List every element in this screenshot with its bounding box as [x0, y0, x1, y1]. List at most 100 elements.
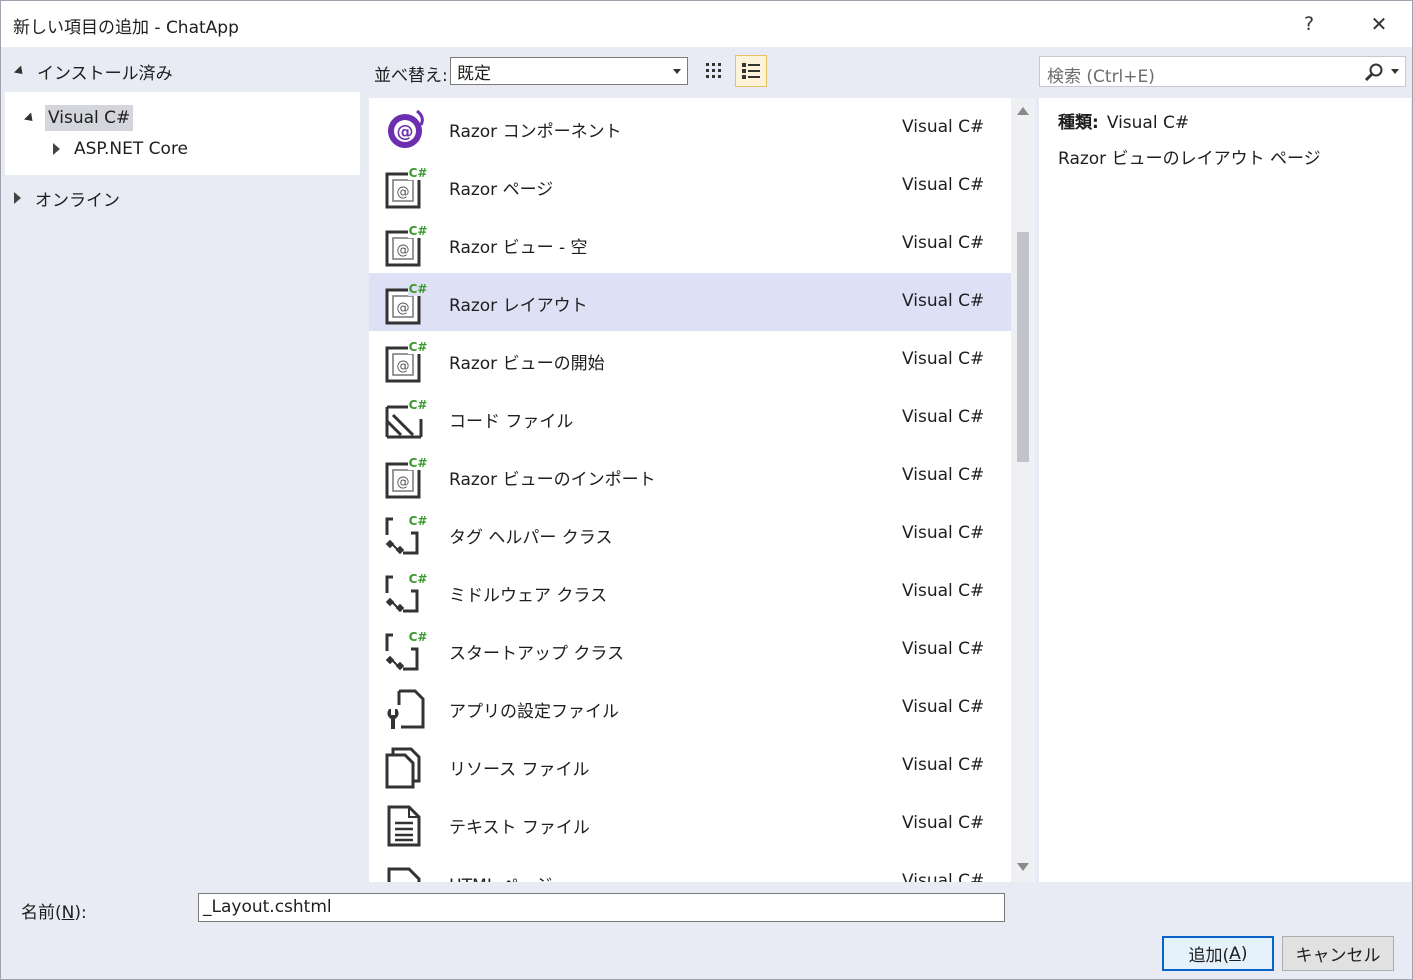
name-label-end: ): [74, 903, 87, 923]
add-button-access-key: A [1229, 943, 1241, 964]
item-language: Visual C# [902, 697, 985, 717]
close-button[interactable]: ✕ [1349, 1, 1409, 47]
installed-subtree: Visual C# ASP.NET Core [5, 92, 360, 175]
item-language: Visual C# [902, 117, 985, 137]
name-input[interactable]: _Layout.cshtml [198, 893, 1005, 922]
tree-node-installed[interactable]: インストール済み [13, 57, 173, 85]
detail-description: Razor ビューのレイアウト ページ [1058, 149, 1321, 169]
list-scrollbar[interactable] [1011, 98, 1035, 882]
scroll-down-arrow-icon[interactable] [1017, 863, 1029, 871]
scroll-thumb[interactable] [1017, 232, 1029, 462]
svg-text:@: @ [397, 243, 410, 258]
item-language: Visual C# [902, 581, 985, 601]
search-placeholder: 検索 (Ctrl+E) [1047, 67, 1155, 87]
razor-layout-icon: @ C# [385, 281, 429, 325]
item-name: HTML ページ [449, 871, 552, 882]
list-item[interactable]: C# ミドルウェア クラス Visual C# [369, 563, 1011, 621]
detail-kind: 種類: Visual C# [1058, 108, 1189, 133]
svg-text:C#: C# [409, 398, 428, 412]
svg-text:@: @ [397, 475, 410, 490]
list-item[interactable]: @ C# Razor ビューのインポート Visual C# [369, 447, 1011, 505]
scroll-up-arrow-icon[interactable] [1017, 107, 1029, 115]
small-icons-view-button[interactable] [698, 55, 730, 87]
item-name: Razor コンポーネント [449, 122, 622, 142]
item-name: タグ ヘルパー クラス [449, 528, 613, 548]
tree-node-visual-csharp[interactable]: Visual C# [23, 104, 134, 132]
text-file-icon [387, 805, 421, 847]
item-language: Visual C# [902, 639, 985, 659]
list-item[interactable]: リソース ファイル Visual C# [369, 737, 1011, 795]
razor-page-icon: @ C# [385, 165, 429, 209]
class-icon: C# [385, 629, 429, 671]
razor-component-icon: @ [388, 109, 424, 148]
add-button[interactable]: 追加(A) [1162, 936, 1274, 971]
item-name: Razor ビュー - 空 [449, 238, 588, 258]
svg-text:C#: C# [409, 166, 428, 180]
list-item[interactable]: テキスト ファイル Visual C# [369, 795, 1011, 853]
expanded-arrow-icon [23, 111, 37, 125]
window-title: 新しい項目の追加 - ChatApp [13, 18, 239, 38]
item-language: Visual C# [902, 349, 985, 369]
list-view-button[interactable] [735, 55, 767, 87]
title-bar: 新しい項目の追加 - ChatApp ? ✕ [1, 1, 1412, 47]
tree-node-visual-csharp-label: Visual C# [45, 105, 134, 131]
item-name: テキスト ファイル [449, 818, 590, 838]
tree-node-online-label: オンライン [35, 190, 120, 211]
list-item[interactable]: アプリの設定ファイル Visual C# [369, 679, 1011, 737]
add-button-main: 追加( [1188, 946, 1230, 966]
detail-kind-label: 種類: [1058, 113, 1099, 133]
item-name: Razor ビューの開始 [449, 354, 605, 374]
collapsed-arrow-icon [14, 192, 21, 204]
cancel-button[interactable]: キャンセル [1282, 936, 1394, 971]
tree-node-installed-label: インストール済み [37, 63, 173, 84]
item-language: Visual C# [902, 755, 985, 775]
sort-label: 並べ替え: [374, 66, 448, 86]
add-button-end: ) [1240, 943, 1248, 964]
list-item[interactable]: C# スタートアップ クラス Visual C# [369, 621, 1011, 679]
item-name: スタートアップ クラス [449, 644, 625, 664]
list-item[interactable]: @ C# Razor ビューの開始 Visual C# [369, 331, 1011, 389]
list-item[interactable]: C# タグ ヘルパー クラス Visual C# [369, 505, 1011, 563]
template-tree-pane: インストール済み Visual C# ASP.NET Core オンライン [1, 47, 367, 883]
svg-text:C#: C# [409, 456, 428, 470]
help-button[interactable]: ? [1279, 1, 1339, 47]
list-item[interactable]: @ C# Razor ビュー - 空 Visual C# [369, 215, 1011, 273]
item-language: Visual C# [902, 465, 985, 485]
svg-text:C#: C# [409, 340, 428, 354]
svg-text:@: @ [397, 185, 410, 200]
detail-pane: 種類: Visual C# Razor ビューのレイアウト ページ [1039, 98, 1411, 882]
item-language: Visual C# [902, 523, 985, 543]
list-item[interactable]: HTML ページ Visual C# [369, 853, 1011, 882]
sort-select[interactable]: 既定 [450, 57, 688, 85]
detail-kind-value: Visual C# [1106, 113, 1190, 133]
list-item-selected[interactable]: @ C# Razor レイアウト Visual C# [369, 273, 1011, 331]
list-item[interactable]: @ Razor コンポーネント Visual C# [369, 99, 1011, 157]
svg-text:@: @ [397, 301, 410, 316]
add-new-item-dialog: 新しい項目の追加 - ChatApp ? ✕ インストール済み Visual C… [0, 0, 1413, 980]
item-language: Visual C# [902, 291, 985, 311]
item-name: Razor レイアウト [449, 296, 588, 316]
razor-viewstart-icon: @ C# [385, 339, 429, 383]
tree-node-online[interactable]: オンライン [14, 184, 120, 212]
tree-node-aspnet-core[interactable]: ASP.NET Core [53, 135, 188, 163]
item-name: リソース ファイル [449, 760, 590, 780]
expanded-arrow-icon [13, 64, 27, 78]
search-options-chevron-icon[interactable] [1391, 69, 1399, 74]
settings-file-icon [387, 689, 425, 729]
name-label-access-key: N [61, 903, 75, 923]
item-language: Visual C# [902, 233, 985, 253]
list-item[interactable]: @ C# Razor ページ Visual C# [369, 157, 1011, 215]
tree-node-aspnet-core-label: ASP.NET Core [74, 139, 189, 159]
svg-text:C#: C# [409, 572, 428, 586]
name-label: 名前(N): [21, 898, 87, 923]
item-name: コード ファイル [449, 412, 574, 432]
code-file-icon: C# [385, 397, 429, 439]
template-list: @ Razor コンポーネント Visual C# @ C# Razor ページ… [369, 98, 1011, 882]
search-input[interactable]: 検索 (Ctrl+E) [1039, 56, 1406, 87]
search-icon[interactable] [1362, 62, 1386, 82]
html-page-icon [387, 867, 421, 882]
list-item[interactable]: C# コード ファイル Visual C# [369, 389, 1011, 447]
class-icon: C# [385, 571, 429, 613]
svg-text:@: @ [397, 122, 414, 142]
class-icon: C# [385, 513, 429, 555]
